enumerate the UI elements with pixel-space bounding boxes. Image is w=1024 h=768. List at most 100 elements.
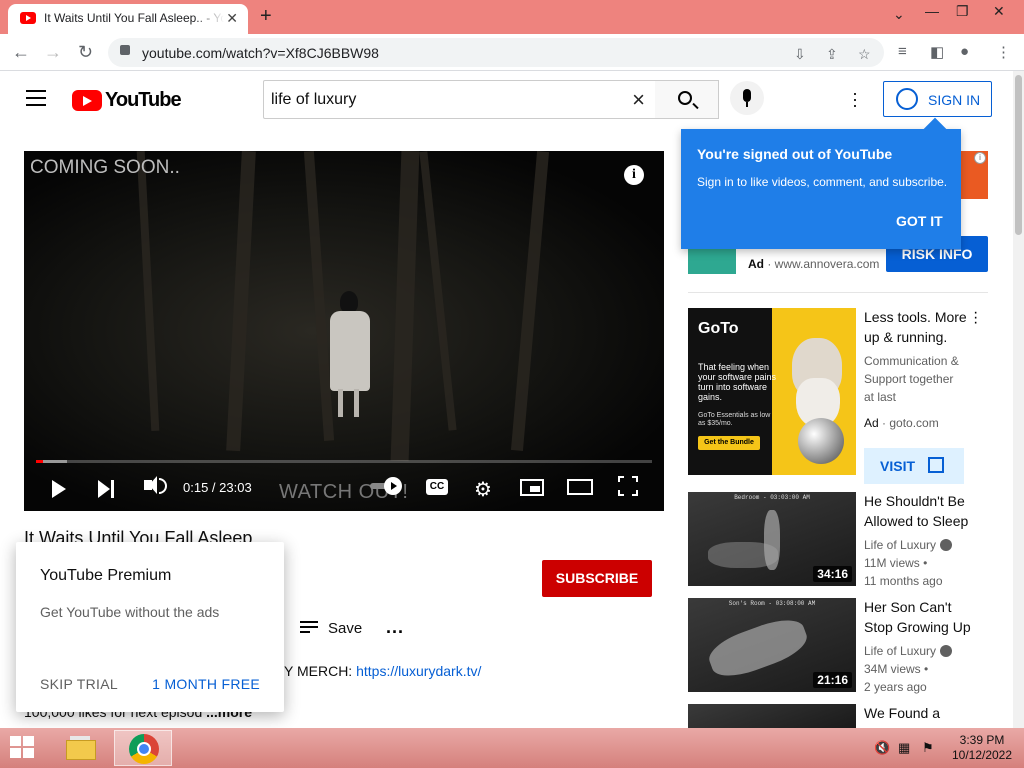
youtube-favicon-icon: [20, 12, 36, 24]
skip-trial-button[interactable]: SKIP TRIAL: [40, 676, 118, 692]
video-title[interactable]: We Found a: [864, 703, 974, 727]
action-center-flag-icon[interactable]: ⚑: [922, 740, 934, 756]
address-bar[interactable]: youtube.com/watch?v=Xf8CJ6BBW98 ⇩ ⇪ ☆: [108, 38, 884, 67]
scrollbar-thumb[interactable]: [1015, 75, 1022, 235]
subscribe-button[interactable]: SUBSCRIBE: [542, 560, 652, 597]
hamburger-menu-icon[interactable]: [26, 90, 46, 106]
subtitles-cc-icon[interactable]: CC: [426, 479, 448, 495]
sign-in-label: SIGN IN: [928, 92, 981, 108]
new-tab-button[interactable]: +: [260, 5, 272, 28]
goto-ad-title[interactable]: Less tools. More up & running.: [864, 307, 974, 347]
goto-ad-meta: Ad · goto.com: [864, 416, 939, 430]
windows-start-icon[interactable]: [10, 736, 36, 760]
video-thumbnail[interactable]: Bedroom - 03:03:00 AM 34:16: [688, 492, 856, 586]
channel-name[interactable]: Life of Luxury: [864, 536, 984, 554]
media-queue-icon[interactable]: ≡: [898, 43, 907, 60]
reload-icon[interactable]: ↻: [78, 42, 93, 63]
page-scrollbar[interactable]: [1013, 71, 1024, 728]
youtube-wordmark: YouTube: [105, 89, 182, 111]
tree-trunk: [136, 151, 160, 432]
side-panel-icon[interactable]: ◧: [930, 43, 944, 61]
visit-site-button[interactable]: VISIT: [864, 448, 964, 484]
verified-check-icon: [940, 645, 953, 657]
video-title[interactable]: Her Son Can't Stop Growing Up: [864, 597, 974, 637]
upload-age: 11 months ago: [864, 574, 943, 588]
fullscreen-icon[interactable]: [618, 476, 638, 496]
visit-label: VISIT: [880, 458, 916, 474]
girl-dress: [330, 311, 370, 391]
autoplay-toggle[interactable]: [370, 477, 404, 495]
sign-in-button[interactable]: SIGN IN: [883, 81, 992, 117]
merch-link[interactable]: https://luxurydark.tv/: [356, 663, 481, 679]
save-label: Save: [328, 620, 363, 637]
upload-age: 2 years ago: [864, 680, 927, 694]
install-app-icon[interactable]: ⇩: [794, 46, 806, 63]
bed-shape: [708, 542, 778, 568]
one-month-free-button[interactable]: 1 MONTH FREE: [152, 676, 260, 692]
close-tab-icon[interactable]: ✕: [226, 10, 238, 27]
video-thumbnail[interactable]: Son's Room - 03:08:00 AM 21:16: [688, 598, 856, 692]
restore-window-button[interactable]: ❐: [956, 3, 969, 20]
youtube-play-logo-icon: [72, 90, 102, 111]
browser-tab[interactable]: It Waits Until You Fall Asleep.. - YouTu…: [8, 4, 248, 34]
more-actions-button[interactable]: ...: [386, 617, 404, 638]
channel-name[interactable]: Life of Luxury: [864, 642, 984, 660]
share-icon[interactable]: ⇪: [826, 46, 838, 63]
close-window-button[interactable]: ✕: [993, 3, 1005, 20]
search-input[interactable]: life of luxury ×: [263, 80, 656, 119]
video-player[interactable]: COMING SOON.. i WATCH OUT! 0:15 / 23:03 …: [24, 151, 664, 511]
volume-icon[interactable]: [144, 476, 167, 494]
windows-taskbar: 🔇 ▦ ⚑ 3:39 PM 10/12/2022: [0, 728, 1024, 768]
ad-thumbnail[interactable]: [688, 248, 736, 274]
clock-time: 3:39 PM: [959, 733, 1005, 747]
video-title[interactable]: He Shouldn't Be Allowed to Sleep: [864, 491, 974, 531]
voice-search-button[interactable]: [730, 81, 764, 115]
next-video-icon[interactable]: [98, 480, 114, 498]
tab-search-chevron-icon[interactable]: ⌄: [893, 6, 905, 23]
play-icon[interactable]: [52, 480, 66, 498]
minimize-window-button[interactable]: —: [925, 3, 939, 19]
playlist-add-icon: [300, 621, 318, 635]
folder-body: [66, 740, 96, 760]
network-icon[interactable]: ▦: [898, 740, 910, 756]
profile-avatar-icon[interactable]: ●: [960, 43, 969, 60]
channel-label[interactable]: Life of Luxury: [864, 538, 936, 552]
info-icon[interactable]: i: [624, 165, 644, 185]
speaker-muted-icon[interactable]: 🔇: [874, 740, 890, 756]
miniplayer-icon[interactable]: [520, 479, 544, 496]
theater-mode-icon[interactable]: [567, 479, 593, 495]
clock-date: 10/12/2022: [951, 748, 1013, 762]
lock-icon[interactable]: [120, 45, 130, 55]
video-thumbnail[interactable]: [688, 704, 856, 728]
goto-ad-description: Communication & Support together at last: [864, 354, 959, 404]
got-it-button[interactable]: GOT IT: [896, 213, 943, 229]
system-clock[interactable]: 3:39 PM 10/12/2022: [950, 733, 1014, 763]
search-query-text[interactable]: life of luxury: [271, 91, 356, 109]
ad-label: Ad: [864, 416, 879, 430]
video-overlay-text: COMING SOON..: [30, 157, 180, 178]
duration-badge: 34:16: [813, 566, 852, 582]
chrome-menu-icon[interactable]: ⋮: [996, 43, 1011, 61]
forward-arrow-icon[interactable]: →: [44, 42, 62, 63]
channel-label[interactable]: Life of Luxury: [864, 644, 936, 658]
settings-more-icon[interactable]: · · ·: [852, 84, 858, 114]
account-circle-icon: [896, 88, 918, 110]
progress-bar[interactable]: [36, 460, 652, 463]
clear-search-icon[interactable]: ×: [632, 87, 645, 113]
girl-leg: [354, 389, 359, 417]
chrome-logo: [129, 734, 159, 764]
goto-ad-thumbnail[interactable]: GoTo That feeling when your software pai…: [688, 308, 856, 475]
ad-menu-icon[interactable]: · · ·: [973, 305, 979, 331]
view-count: 34M views •: [864, 662, 929, 676]
bookmark-star-icon[interactable]: ☆: [858, 46, 871, 63]
url-text[interactable]: youtube.com/watch?v=Xf8CJ6BBW98: [142, 45, 379, 61]
thumb-price: GoTo Essentials as low as $35/mo.: [698, 412, 771, 427]
chrome-taskbar-icon[interactable]: [114, 730, 172, 766]
ad-domain: goto.com: [889, 416, 939, 430]
search-button[interactable]: [655, 80, 719, 119]
settings-gear-icon[interactable]: ⚙: [474, 477, 492, 502]
file-explorer-icon[interactable]: [64, 734, 98, 762]
ad-info-icon[interactable]: i: [974, 152, 986, 164]
girl-head: [340, 291, 358, 313]
back-arrow-icon[interactable]: ←: [12, 42, 30, 63]
